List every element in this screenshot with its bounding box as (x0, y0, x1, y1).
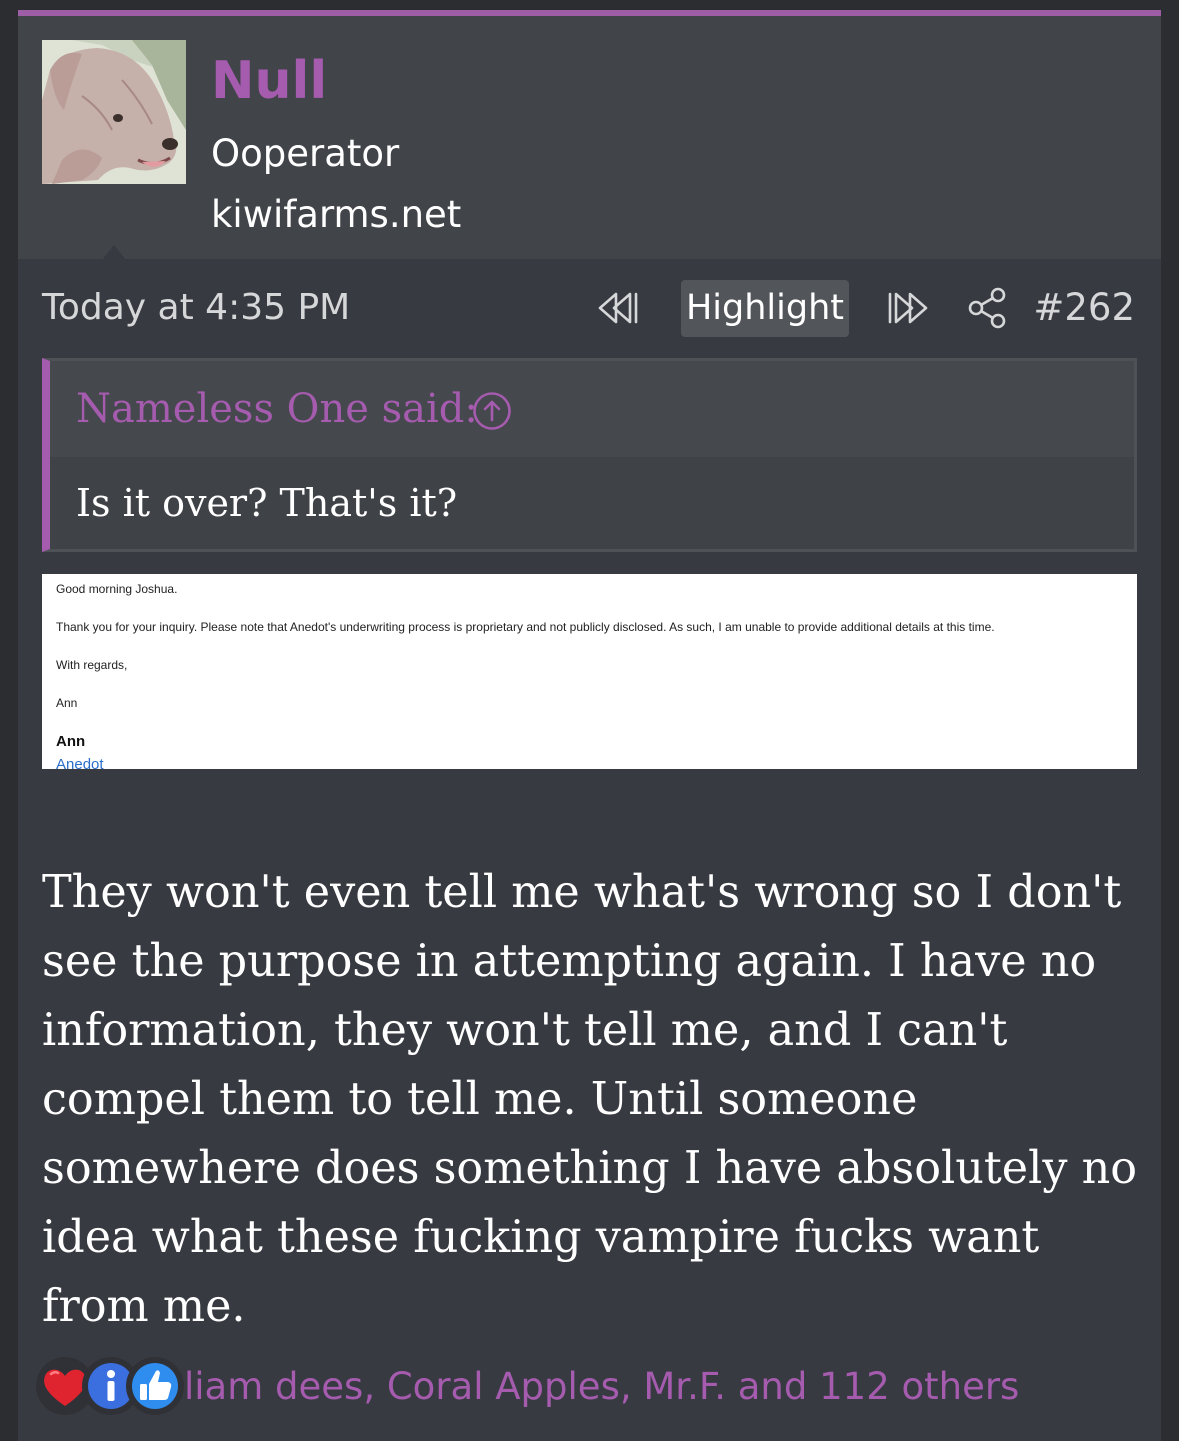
email-sender: Ann (56, 696, 78, 710)
username[interactable]: Null (211, 46, 327, 116)
quote-jump-button[interactable] (472, 391, 511, 430)
quote-text: Is it over? That's it? (76, 481, 458, 525)
quote-header: Nameless One said: (50, 361, 1134, 457)
share-button[interactable] (966, 286, 1010, 330)
avatar[interactable] (42, 40, 186, 184)
reaction-icons[interactable] (36, 1357, 196, 1415)
post-date[interactable]: Today at 4:35 PM (42, 283, 350, 333)
fast-forward-icon (888, 292, 928, 324)
email-screenshot-image[interactable]: Good morning Joshua. Thank you for your … (42, 574, 1137, 769)
email-body: Thank you for your inquiry. Please note … (56, 620, 995, 634)
user-site: kiwifarms.net (211, 193, 462, 236)
post-body-text: They won't even tell me what's wrong so … (42, 867, 1138, 1332)
reaction-summary-link[interactable]: liam dees, Coral Apples, Mr.F. and 112 o… (184, 1362, 1019, 1412)
post-number-link[interactable]: #262 (1033, 283, 1135, 333)
user-title: Ooperator (211, 132, 400, 175)
quote-block: Nameless One said: Is it over? That's it… (42, 358, 1137, 552)
highlight-button[interactable]: Highlight (681, 280, 849, 337)
post-header: Null Ooperator kiwifarms.net (18, 16, 1161, 265)
email-signature-name: Ann (56, 733, 86, 750)
dog-avatar-icon (42, 40, 186, 184)
next-highlight-button[interactable] (884, 283, 932, 333)
share-icon (968, 287, 1006, 329)
post-container: Null Ooperator kiwifarms.net Today at 4:… (18, 10, 1161, 1441)
header-pointer (98, 245, 130, 265)
email-greeting: Good morning Joshua. (56, 582, 178, 596)
rewind-icon (598, 292, 638, 324)
email-closing: With regards, (56, 658, 128, 672)
thumbs-up-icon (126, 1357, 184, 1415)
quote-author[interactable]: Nameless One said: (76, 379, 478, 439)
previous-highlight-button[interactable] (594, 283, 642, 333)
email-signature-company: Anedot (56, 756, 104, 769)
arrow-up-circle-icon (473, 392, 511, 430)
